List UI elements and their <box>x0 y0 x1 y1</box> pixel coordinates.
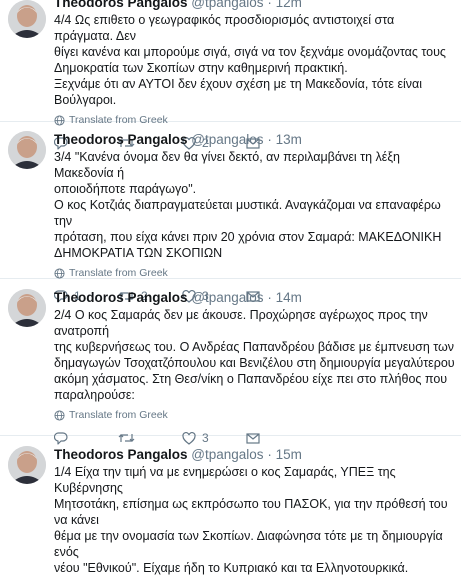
tweet-text-line: 1/4 Είχα την τιμή να με ενημερώσει ο κος… <box>54 465 396 495</box>
author-handle[interactable]: @tpangalos <box>191 132 263 147</box>
tweet-text-line: παραληρούσε: <box>54 388 135 402</box>
globe-icon <box>54 410 65 421</box>
tweet-text-line: θίγει κανένα και μπορούμε σιγά, σιγά να … <box>54 45 446 59</box>
tweet-text-line: Ξεχνάμε ότι αν ΑΥΤΟΙ δεν έχουν σχέση με … <box>54 77 423 107</box>
tweet-time[interactable]: · 14m <box>267 290 302 305</box>
tweet-time[interactable]: · 12m <box>267 0 302 10</box>
tweet-header: Theodoros Pangalos @tpangalos · 13m <box>54 131 455 148</box>
author-name[interactable]: Theodoros Pangalos <box>54 290 188 305</box>
tweet-header: Theodoros Pangalos @tpangalos · 14m <box>54 289 455 306</box>
tweet-text-line: πρόταση, που είχα κάνει πριν 20 χρόνια σ… <box>54 230 442 244</box>
tweet-text-line: Ο κος Κοτζιάς διαπραγματεύεται μυστικά. … <box>54 198 441 228</box>
translate-label[interactable]: Translate from Greek <box>69 409 168 422</box>
tweet-text-line: Δημοκρατία των Σκοπίων στην καθημερινή π… <box>54 61 348 75</box>
tweet-text-line: 4/4 Ως επιθετο ο γεωγραφικός προσδιορισμ… <box>54 13 395 43</box>
avatar[interactable] <box>8 289 46 327</box>
tweet[interactable]: Theodoros Pangalos @tpangalos · 12m 4/4 … <box>0 0 461 150</box>
tweet-time[interactable]: · 15m <box>267 447 302 462</box>
author-handle[interactable]: @tpangalos <box>191 0 263 10</box>
tweet-header: Theodoros Pangalos @tpangalos · 12m <box>54 0 455 11</box>
tweet-text-line: νέου "Εθνικού". Είχαμε ήδη το Κυπριακό κ… <box>54 561 409 575</box>
author-handle[interactable]: @tpangalos <box>191 290 263 305</box>
tweet-header: Theodoros Pangalos @tpangalos · 15m <box>54 446 455 463</box>
author-name[interactable]: Theodoros Pangalos <box>54 132 188 147</box>
translate-link[interactable]: Translate from Greek <box>54 409 455 422</box>
tweet-text: 1/4 Είχα την τιμή να με ενημερώσει ο κος… <box>54 464 455 576</box>
author-name[interactable]: Theodoros Pangalos <box>54 447 188 462</box>
author-name[interactable]: Theodoros Pangalos <box>54 0 188 10</box>
tweet-text-line: ΔΗΜΟΚΡΑΤΙΑ ΤΩΝ ΣΚΟΠΙΩΝ <box>54 246 223 260</box>
tweet-text-line: ακόμη χάσματος. Στη Θεσ/νίκη ο Παπανδρέο… <box>54 372 448 386</box>
tweet[interactable]: Theodoros Pangalos @tpangalos · 13m 3/4 … <box>0 121 461 303</box>
tweet-text-line: θέμα με την ονομασία των Σκοπίων. Διαφών… <box>54 529 443 559</box>
avatar[interactable] <box>8 131 46 169</box>
tweet-text-line: 2/4 Ο κος Σαμαράς δεν με άκουσε. Προχώρη… <box>54 308 428 338</box>
tweet-text-line: της κυβερνήσεως του. Ο Ανδρέας Παπανδρέο… <box>54 340 455 354</box>
tweet-text: 2/4 Ο κος Σαμαράς δεν με άκουσε. Προχώρη… <box>54 307 455 403</box>
tweet-text-line: Μητσοτάκη, επίσημα ως εκπρόσωπο του ΠΑΣΟ… <box>54 497 448 527</box>
author-handle[interactable]: @tpangalos <box>191 447 263 462</box>
avatar[interactable] <box>8 446 46 484</box>
tweet[interactable]: Theodoros Pangalos @tpangalos · 15m 1/4 … <box>0 435 461 575</box>
tweet-text-line: οποιοδήποτε παράγωγο". <box>54 182 197 196</box>
tweet-text-line: δημαγωγών Τσοχατζόπουλου και Βενιζέλου σ… <box>54 356 455 370</box>
tweet-text: 3/4 "Κανένα όνομα δεν θα γίνει δεκτό, αν… <box>54 149 455 261</box>
tweet-time[interactable]: · 13m <box>267 132 302 147</box>
tweet[interactable]: Theodoros Pangalos @tpangalos · 14m 2/4 … <box>0 278 461 445</box>
tweet-text: 4/4 Ως επιθετο ο γεωγραφικός προσδιορισμ… <box>54 12 455 108</box>
tweet-text-line: 3/4 "Κανένα όνομα δεν θα γίνει δεκτό, αν… <box>54 150 400 180</box>
avatar[interactable] <box>8 0 46 38</box>
